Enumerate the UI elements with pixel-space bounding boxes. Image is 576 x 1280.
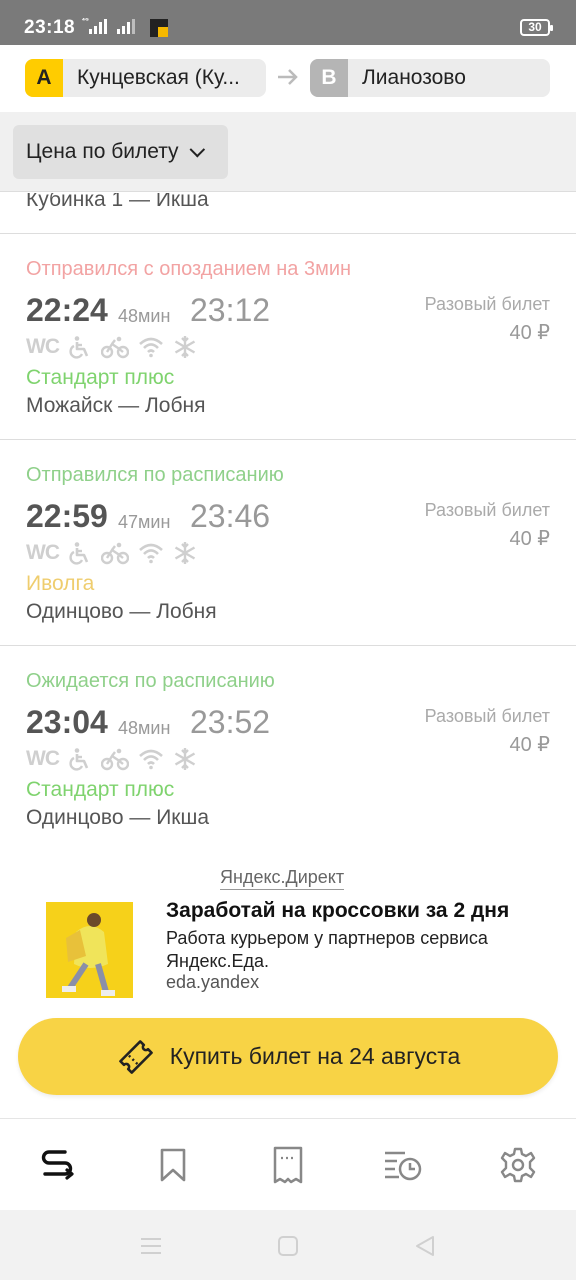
ticket-price: 40 ₽ — [509, 322, 550, 344]
tab-routes[interactable] — [37, 1145, 77, 1185]
ad-title[interactable]: Заработай на кроссовки за 2 дня — [166, 899, 509, 923]
bicycle-icon — [101, 542, 129, 565]
ticket-type: Разовый билет — [424, 706, 550, 726]
wifi-icon — [139, 543, 163, 564]
history-icon — [385, 1151, 422, 1181]
ticket-price: 40 ₽ — [509, 734, 550, 756]
arrival-time: 23:52 — [190, 704, 271, 740]
list-item[interactable]: Кубинка 1 — Икша — [0, 193, 576, 234]
trip-duration: 48мин — [118, 718, 171, 738]
wheelchair-icon — [69, 748, 89, 771]
ad-label[interactable]: Яндекс.Директ — [220, 867, 345, 890]
home-icon[interactable] — [276, 1234, 300, 1258]
ticket-type: Разовый билет — [424, 294, 550, 314]
train-status: Отправился с опозданием на 3мин — [26, 258, 352, 280]
ticket-icon — [118, 1039, 153, 1074]
wifi-icon — [139, 749, 163, 770]
status-time: 23:18 — [24, 17, 76, 38]
route-header: A Кунцевская (Ку... B Лианозово — [0, 45, 576, 112]
ad-image[interactable] — [46, 902, 133, 998]
system-nav-bar — [0, 1210, 576, 1280]
arrival-time: 23:46 — [190, 498, 271, 534]
train-row[interactable]: Ожидается по расписанию 23:04 48мин 23:5… — [0, 646, 576, 852]
amenities: WC — [26, 746, 197, 772]
wc-icon: WC — [26, 747, 60, 770]
wifi-icon — [139, 337, 163, 358]
trip-duration: 48мин — [118, 306, 171, 326]
from-station-field[interactable]: A Кунцевская (Ку... — [25, 59, 266, 97]
snowflake-icon — [174, 542, 196, 564]
network-type: ⁴ᴳ — [82, 17, 89, 25]
departure-time: 23:04 — [26, 704, 108, 740]
bicycle-icon — [101, 748, 129, 771]
snowflake-icon — [174, 748, 196, 770]
amenities: WC — [26, 334, 197, 360]
from-station-name: Кунцевская (Ку... — [77, 66, 240, 89]
train-direction: Одинцово — Икша — [26, 806, 210, 829]
ad-block[interactable]: Яндекс.Директ Заработай на кроссовки за … — [0, 851, 576, 1021]
sort-dropdown-label: Цена по билету — [26, 140, 179, 163]
wc-icon: WC — [26, 335, 60, 358]
tab-bar — [0, 1118, 576, 1210]
wheelchair-icon — [69, 542, 89, 565]
to-station-field[interactable]: B Лианозово — [310, 59, 550, 97]
back-icon[interactable] — [413, 1234, 437, 1258]
battery-level: 30 — [528, 20, 542, 34]
bookmark-icon — [160, 1148, 186, 1182]
to-station-letter: B — [310, 59, 348, 97]
train-status: Ожидается по расписанию — [26, 670, 275, 692]
train-direction: Одинцово — Лобня — [26, 600, 217, 623]
to-station-name: Лианозово — [362, 66, 466, 89]
ad-text: Работа курьером у партнеров сервиса Янде… — [166, 928, 488, 971]
menu-icon[interactable] — [139, 1234, 163, 1258]
arrival-time: 23:12 — [190, 292, 271, 328]
buy-ticket-button[interactable]: Купить билет на 24 августа — [18, 1018, 558, 1095]
arrow-right-icon[interactable] — [276, 67, 300, 93]
tab-settings[interactable] — [498, 1145, 538, 1185]
train-row[interactable]: Отправился по расписанию 22:59 47мин 23:… — [0, 440, 576, 646]
route-icon — [41, 1150, 74, 1180]
chevron-down-icon — [189, 141, 205, 157]
train-direction: Кубинка 1 — Икша — [26, 193, 209, 211]
tab-tickets[interactable] — [268, 1145, 308, 1185]
departure-time: 22:24 — [26, 292, 108, 328]
tab-history[interactable] — [383, 1145, 423, 1185]
buy-ticket-label: Купить билет на 24 августа — [169, 1043, 461, 1069]
tab-bookmarks[interactable] — [153, 1145, 193, 1185]
train-row[interactable]: Отправился с опозданием на 3мин 22:24 48… — [0, 234, 576, 440]
train-category: Стандарт плюс — [26, 366, 175, 389]
bicycle-icon — [101, 336, 129, 359]
train-list: Кубинка 1 — Икша Отправился с опозданием… — [0, 193, 576, 852]
ticket-price: 40 ₽ — [509, 528, 550, 550]
departure-time: 22:59 — [26, 498, 108, 534]
settings-icon — [500, 1147, 536, 1183]
from-station-letter: A — [25, 59, 63, 97]
train-direction: Можайск — Лобня — [26, 394, 206, 417]
signal-icon: ⁴ᴳ — [82, 16, 144, 38]
snowflake-icon — [174, 336, 196, 358]
filter-bar: Цена по билету — [0, 112, 576, 192]
wc-icon: WC — [26, 541, 60, 564]
wheelchair-icon — [69, 336, 89, 359]
sort-dropdown[interactable]: Цена по билету — [13, 125, 228, 179]
ticket-icon — [273, 1146, 303, 1184]
status-bar: 23:18 ⁴ᴳ 30 — [0, 0, 576, 45]
ad-domain[interactable]: eda.yandex — [166, 972, 259, 993]
ticket-type: Разовый билет — [424, 500, 550, 520]
train-category: Иволга — [26, 572, 95, 595]
trip-duration: 47мин — [118, 512, 171, 532]
train-category: Стандарт плюс — [26, 778, 175, 801]
notification-icon — [150, 19, 168, 37]
battery-icon: 30 — [520, 19, 553, 36]
amenities: WC — [26, 540, 197, 566]
train-status: Отправился по расписанию — [26, 464, 284, 486]
